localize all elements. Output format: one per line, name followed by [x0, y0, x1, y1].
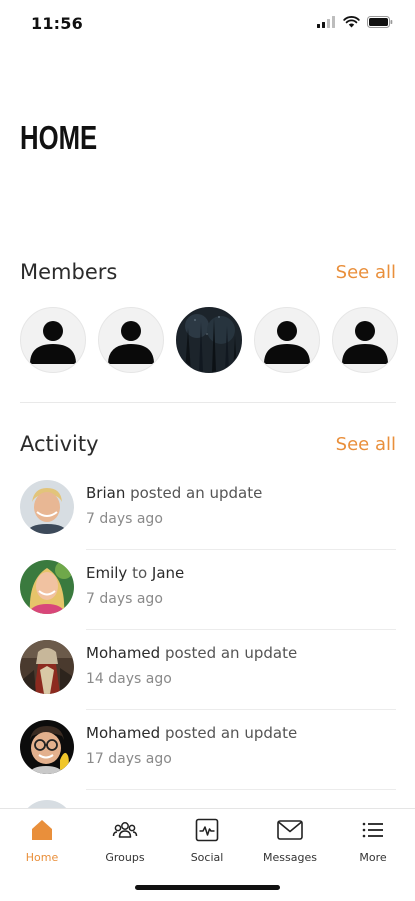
user-photo — [20, 640, 74, 694]
menu-icon — [362, 822, 383, 838]
member-avatar[interactable] — [176, 307, 242, 373]
user-photo — [20, 480, 74, 534]
person-icon — [264, 321, 310, 364]
tab-messages[interactable]: Messages — [254, 817, 326, 864]
tab-social[interactable]: Social — [171, 817, 243, 864]
activity-description: Brian posted an update — [86, 484, 262, 502]
person-icon — [30, 321, 76, 364]
activity-timestamp: 7 days ago — [86, 591, 163, 607]
avatar[interactable] — [20, 720, 74, 774]
groups-icon — [112, 822, 138, 838]
signal-icon — [317, 16, 335, 28]
activity-actor[interactable]: Mohamed — [86, 644, 160, 662]
activity-item[interactable]: Emily to Jane 7 days ago — [20, 560, 396, 640]
activity-action: posted an update — [125, 484, 263, 502]
activity-item[interactable]: Mohamed posted an update 14 days ago — [20, 640, 396, 720]
activity-action: to — [127, 564, 152, 582]
activity-action: posted an update — [160, 724, 298, 742]
tab-label: More — [359, 851, 387, 864]
activity-header: Activity See all — [20, 432, 396, 456]
tab-label: Messages — [263, 851, 317, 864]
battery-icon — [367, 16, 393, 28]
activity-actor[interactable]: Mohamed — [86, 724, 160, 742]
activity-timestamp: 14 days ago — [86, 671, 172, 687]
member-avatar[interactable] — [332, 307, 398, 373]
members-title: Members — [20, 260, 118, 284]
status-time: 11:56 — [31, 14, 83, 33]
member-avatar[interactable] — [98, 307, 164, 373]
status-bar: 11:56 — [0, 0, 415, 50]
tab-label: Groups — [105, 851, 145, 864]
activity-timestamp: 17 days ago — [86, 751, 172, 767]
messages-icon — [277, 820, 303, 840]
user-photo — [20, 720, 74, 774]
avatar[interactable] — [20, 560, 74, 614]
activity-description: Mohamed posted an update — [86, 644, 297, 662]
tab-label: Social — [190, 851, 224, 864]
activity-title: Activity — [20, 432, 99, 456]
activity-timestamp: 7 days ago — [86, 511, 163, 527]
item-divider — [86, 789, 396, 790]
member-avatar[interactable] — [20, 307, 86, 373]
page-title: HOME — [20, 119, 98, 156]
tab-home[interactable]: Home — [6, 817, 78, 864]
activity-item[interactable]: Brian posted an update 7 days ago — [20, 480, 396, 560]
item-divider — [86, 709, 396, 710]
avatar[interactable] — [20, 480, 74, 534]
user-photo — [20, 560, 74, 614]
status-icons — [317, 16, 393, 28]
social-icon — [195, 818, 219, 842]
tab-more[interactable]: More — [337, 817, 409, 864]
tab-label: Home — [25, 851, 59, 864]
members-row — [20, 307, 398, 373]
item-divider — [86, 629, 396, 630]
tab-groups[interactable]: Groups — [89, 817, 161, 864]
avatar[interactable] — [20, 640, 74, 694]
members-header: Members See all — [20, 260, 396, 284]
member-avatar[interactable] — [254, 307, 320, 373]
person-icon — [108, 321, 154, 364]
activity-actor[interactable]: Emily — [86, 564, 127, 582]
person-icon — [342, 321, 388, 364]
wifi-icon — [343, 16, 360, 28]
forest-photo — [177, 308, 241, 372]
activity-see-all-link[interactable]: See all — [336, 434, 396, 455]
section-divider — [20, 402, 396, 403]
activity-target[interactable]: Jane — [152, 564, 184, 582]
item-divider — [86, 549, 396, 550]
activity-description: Mohamed posted an update — [86, 724, 297, 742]
activity-action: posted an update — [160, 644, 298, 662]
activity-item[interactable]: Mohamed posted an update 17 days ago — [20, 720, 396, 800]
home-icon — [32, 820, 52, 840]
activity-description: Emily to Jane — [86, 564, 184, 582]
members-see-all-link[interactable]: See all — [336, 262, 396, 283]
home-indicator — [135, 885, 280, 890]
activity-actor[interactable]: Brian — [86, 484, 125, 502]
